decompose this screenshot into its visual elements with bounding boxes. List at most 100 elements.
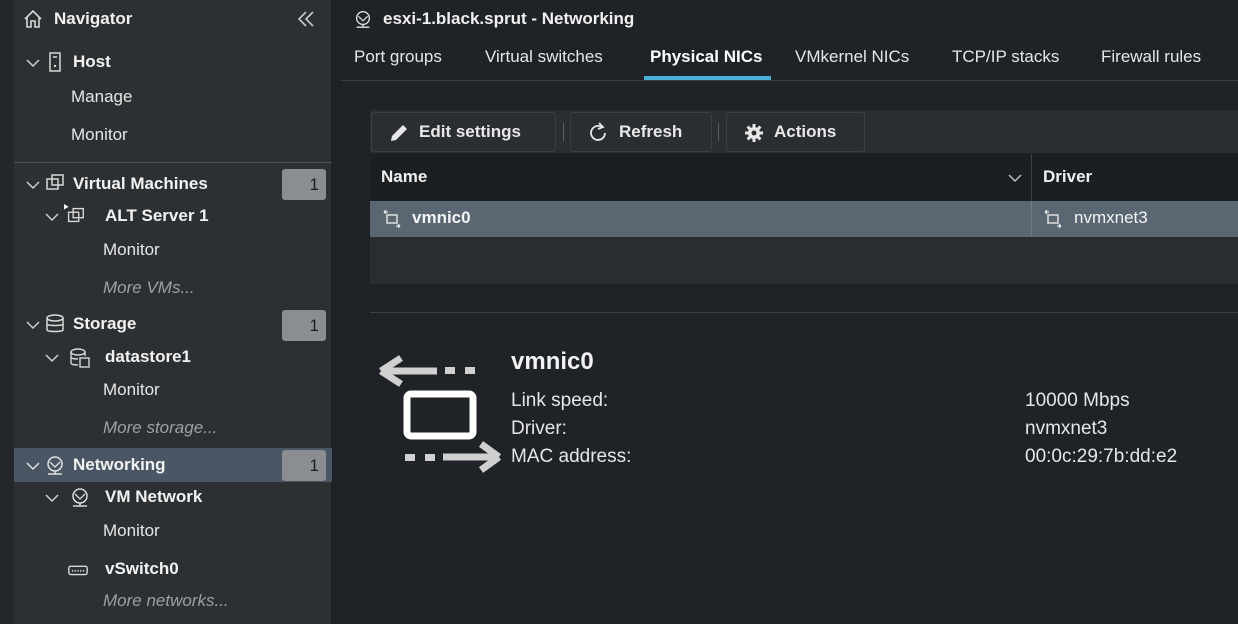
nav-more-networks-label: More networks... <box>103 591 229 610</box>
toolbar-separator <box>718 123 719 141</box>
column-header-name[interactable]: Name <box>381 167 427 187</box>
nav-datastore-monitor-label: Monitor <box>103 380 160 399</box>
chevron-down-icon[interactable] <box>24 54 42 72</box>
column-header-driver[interactable]: Driver <box>1043 167 1092 187</box>
nav-item-host-manage[interactable]: Manage <box>14 79 332 113</box>
gear-icon <box>745 124 763 142</box>
nav-more-storage-label: More storage... <box>103 418 218 437</box>
network-icon <box>47 456 63 475</box>
refresh-button[interactable]: Refresh <box>570 112 712 152</box>
nav-item-datastore1[interactable]: datastore1 <box>14 340 332 374</box>
column-divider <box>1031 201 1032 237</box>
window-edge <box>0 0 14 624</box>
main-panel: esxi-1.black.sprut - Networking Port gro… <box>341 0 1238 624</box>
link-speed-value: 10000 Mbps <box>1025 390 1130 411</box>
navigator-header: Navigator <box>14 0 332 40</box>
row-driver-cell: nvmxnet3 <box>1074 208 1148 227</box>
chevron-down-icon[interactable] <box>1006 169 1024 187</box>
esxi-host-client: Navigator Host Manage Monitor Virtual Ma… <box>0 0 1238 624</box>
actions-label: Actions <box>774 122 837 141</box>
server-icon <box>49 52 61 72</box>
driver-label: Driver: <box>511 418 567 439</box>
detail-title: vmnic0 <box>511 348 594 375</box>
nav-more-vms-label: More VMs... <box>103 278 195 297</box>
tab-tcpip-stacks[interactable]: TCP/IP stacks <box>952 47 1059 67</box>
refresh-label: Refresh <box>619 122 683 141</box>
nav-vswitch-label: vSwitch0 <box>105 559 179 578</box>
nav-vm-network-label: VM Network <box>105 487 203 506</box>
double-chevron-left-icon[interactable] <box>294 7 318 31</box>
storage-count-badge: 1 <box>282 310 326 341</box>
nav-item-datastore-monitor[interactable]: Monitor <box>14 373 332 407</box>
tab-physical-nics[interactable]: Physical NICs <box>650 47 762 67</box>
vm-icon <box>46 174 64 190</box>
chevron-down-icon[interactable] <box>24 316 42 334</box>
vm-count-badge: 1 <box>282 169 326 200</box>
row-name-cell: vmnic0 <box>412 208 471 227</box>
link-speed-label: Link speed: <box>511 390 609 411</box>
tab-virtual-switches[interactable]: Virtual switches <box>485 47 603 67</box>
nics-table: Name Driver vmnic0 nvmxnet3 <box>370 154 1238 284</box>
network-icon <box>72 488 88 507</box>
toolbar-separator <box>563 123 564 141</box>
nav-host-label: Host <box>73 52 111 71</box>
nav-item-host[interactable]: Host <box>14 44 332 78</box>
edit-settings-button[interactable]: Edit settings <box>371 112 556 152</box>
chevron-down-icon[interactable] <box>43 349 61 367</box>
nav-item-host-monitor[interactable]: Monitor <box>14 117 332 151</box>
refresh-icon <box>590 122 606 141</box>
switch-icon <box>68 565 88 576</box>
nav-storage-label: Storage <box>73 314 137 333</box>
table-row[interactable]: vmnic0 nvmxnet3 <box>370 201 1238 237</box>
pencil-icon <box>391 125 407 141</box>
nav-monitor-label: Monitor <box>71 125 128 144</box>
actions-button[interactable]: Actions <box>726 112 865 152</box>
section-divider <box>370 312 1238 313</box>
mac-address-value: 00:0c:29:7b:dd:e2 <box>1025 446 1178 467</box>
nav-item-vm-network-monitor[interactable]: Monitor <box>14 514 332 548</box>
nav-datastore-label: datastore1 <box>105 347 191 366</box>
nav-item-virtual-machines[interactable]: Virtual Machines 1 <box>14 167 332 201</box>
active-tab-indicator <box>644 76 771 80</box>
networking-count-badge: 1 <box>282 450 326 481</box>
nav-networking-label: Networking <box>73 455 166 474</box>
table-header: Name Driver <box>370 154 1238 201</box>
tab-vmkernel-nics[interactable]: VMkernel NICs <box>795 47 909 67</box>
nav-item-storage[interactable]: Storage 1 <box>14 307 332 341</box>
database-icon <box>46 314 64 333</box>
tab-bar: Port groups Virtual switches Physical NI… <box>341 40 1238 81</box>
nic-icon <box>1044 209 1062 229</box>
driver-value: nvmxnet3 <box>1025 418 1108 439</box>
nav-vm-label: ALT Server 1 <box>105 206 209 225</box>
nav-vm-monitor-label: Monitor <box>103 240 160 259</box>
nav-item-vm-network[interactable]: VM Network <box>14 480 332 514</box>
navigator-panel: Navigator Host Manage Monitor Virtual Ma… <box>14 0 332 624</box>
edit-settings-label: Edit settings <box>419 122 522 141</box>
chevron-down-icon[interactable] <box>24 457 42 475</box>
nav-divider <box>14 162 332 163</box>
toolbar: Edit settings Refresh Actions <box>370 110 1238 153</box>
nav-item-networking[interactable]: Networking 1 <box>14 448 332 482</box>
navigator-title: Navigator <box>54 9 133 28</box>
nic-icon <box>383 209 401 229</box>
tab-port-groups[interactable]: Port groups <box>354 47 442 67</box>
datastore-icon <box>70 348 90 368</box>
page-title: esxi-1.black.sprut - Networking <box>383 9 635 28</box>
home-icon[interactable] <box>22 8 44 30</box>
nav-virtual-machines-label: Virtual Machines <box>73 174 208 193</box>
nav-item-more-vms[interactable]: More VMs... <box>14 271 332 305</box>
column-divider <box>1031 154 1032 201</box>
nav-vm-network-monitor-label: Monitor <box>103 521 160 540</box>
nav-manage-label: Manage <box>71 87 133 106</box>
chevron-down-icon[interactable] <box>43 489 61 507</box>
tab-firewall-rules[interactable]: Firewall rules <box>1101 47 1201 67</box>
nic-icon <box>379 355 502 473</box>
nav-item-vm-monitor[interactable]: Monitor <box>14 233 332 267</box>
mac-address-label: MAC address: <box>511 446 632 467</box>
chevron-down-icon[interactable] <box>24 176 42 194</box>
chevron-down-icon[interactable] <box>43 208 61 226</box>
nav-item-more-storage[interactable]: More storage... <box>14 411 332 445</box>
nav-item-more-networks[interactable]: More networks... <box>14 584 332 618</box>
nav-item-vm-alt-server-1[interactable]: ALT Server 1 <box>14 199 332 233</box>
nav-item-vswitch0[interactable]: vSwitch0 <box>14 552 332 586</box>
